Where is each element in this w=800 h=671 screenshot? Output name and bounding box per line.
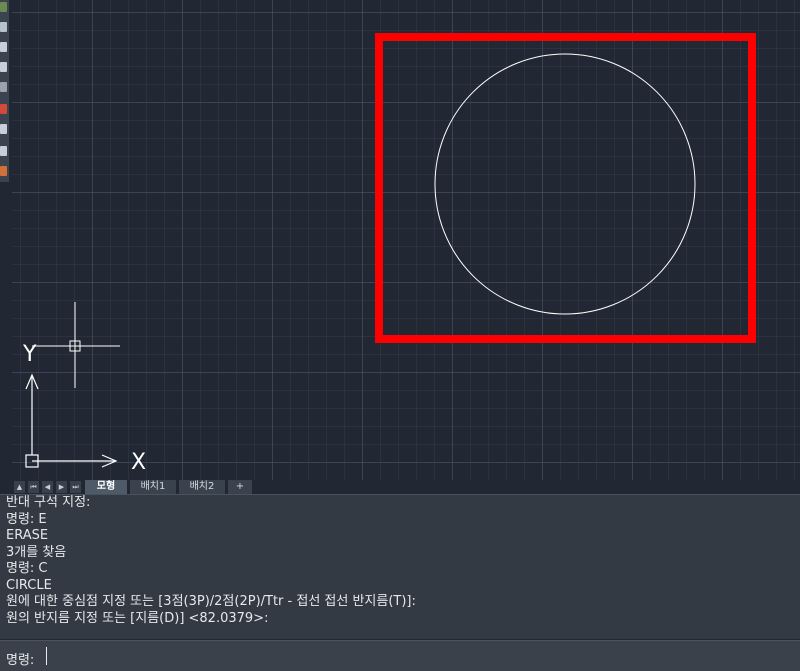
history-line: 명령: E bbox=[6, 511, 47, 527]
next-page-icon[interactable]: ▶ bbox=[56, 481, 67, 493]
history-line: 3개를 찾음 bbox=[6, 544, 67, 560]
tool-icon[interactable] bbox=[0, 42, 7, 52]
tool-icon[interactable] bbox=[0, 22, 7, 32]
crosshair-cursor bbox=[32, 302, 120, 388]
circle-entity[interactable] bbox=[434, 53, 696, 315]
history-line: 원에 대한 중심점 지정 또는 [3점(3P)/2점(2P)/Ttr - 접선 … bbox=[6, 594, 416, 609]
history-line: ERASE bbox=[6, 528, 49, 543]
history-line: 명령: C bbox=[6, 561, 48, 576]
command-history: 반대 구석 지정: 명령: E ERASE 3개를 찾음 명령: C CIRCL… bbox=[0, 494, 800, 639]
tool-icon[interactable] bbox=[0, 104, 7, 114]
history-line: CIRCLE bbox=[6, 577, 52, 593]
triangle-up-icon[interactable]: ▲ bbox=[14, 481, 25, 493]
previous-page-icon[interactable]: ◀ bbox=[42, 481, 53, 493]
tool-icon[interactable] bbox=[0, 146, 7, 156]
ucs-x-label: X bbox=[131, 450, 147, 475]
first-page-icon[interactable]: ⏮ bbox=[28, 481, 39, 493]
drawing-canvas[interactable] bbox=[12, 0, 800, 480]
command-input[interactable] bbox=[46, 647, 790, 665]
last-page-icon[interactable]: ⏭ bbox=[70, 481, 81, 493]
command-line: 명령: bbox=[0, 640, 800, 671]
tool-icon[interactable] bbox=[0, 62, 7, 72]
tool-icon[interactable] bbox=[0, 2, 7, 12]
tab-layout1[interactable]: 배치1 bbox=[130, 480, 176, 494]
tool-icon[interactable] bbox=[0, 82, 7, 92]
ucs-icon bbox=[25, 373, 118, 468]
tab-model[interactable]: 모형 bbox=[85, 480, 127, 494]
command-prompt: 명령: bbox=[6, 653, 35, 668]
history-line: 원의 반지름 지정 또는 [지름(D)] <82.0379>: bbox=[6, 610, 269, 626]
drawing-viewport[interactable]: Y X bbox=[12, 0, 800, 480]
history-line: 반대 구석 지정: bbox=[6, 495, 91, 510]
tool-icon[interactable] bbox=[0, 166, 7, 176]
layout-tab-bar: ▲ ⏮ ◀ ▶ ⏭ 모형 배치1 배치2 + bbox=[12, 480, 800, 494]
tool-icon[interactable] bbox=[0, 124, 7, 134]
left-toolbar bbox=[0, 0, 9, 182]
ucs-y-label: Y bbox=[23, 342, 37, 367]
new-layout-tab[interactable]: + bbox=[228, 480, 252, 494]
tab-layout2[interactable]: 배치2 bbox=[179, 480, 225, 494]
